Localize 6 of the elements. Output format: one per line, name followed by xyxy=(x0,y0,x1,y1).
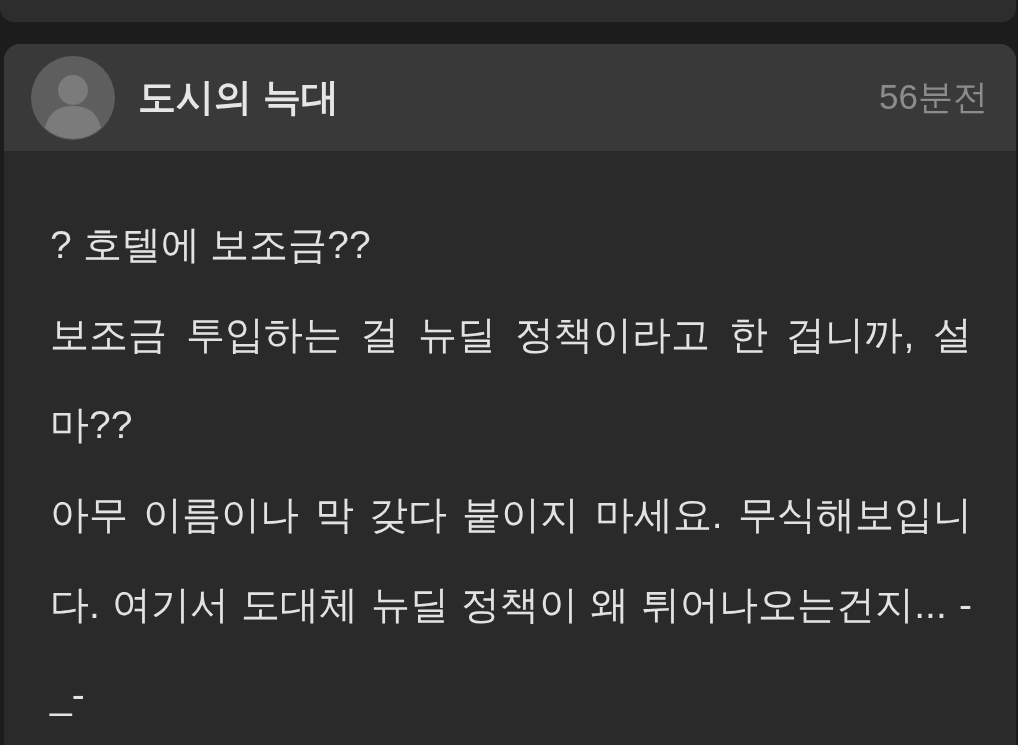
comment-text: 보조금 투입하는 걸 뉴딜 정책이라고 한 겁니까, 설마?? xyxy=(50,312,972,448)
comment-text: 아무 이름이나 막 갖다 붙이지 마세요. 무식해보입니다. 여기서 도대체 뉴딜 정책이 왜 튀어나오는건지... -_- xyxy=(50,492,972,718)
post-time: 56분전 xyxy=(879,76,988,119)
comment-text: ? 호텔에 보조금?? xyxy=(50,222,372,268)
author-name[interactable]: 도시의 늑대 xyxy=(138,69,339,126)
avatar-icon xyxy=(31,55,115,140)
